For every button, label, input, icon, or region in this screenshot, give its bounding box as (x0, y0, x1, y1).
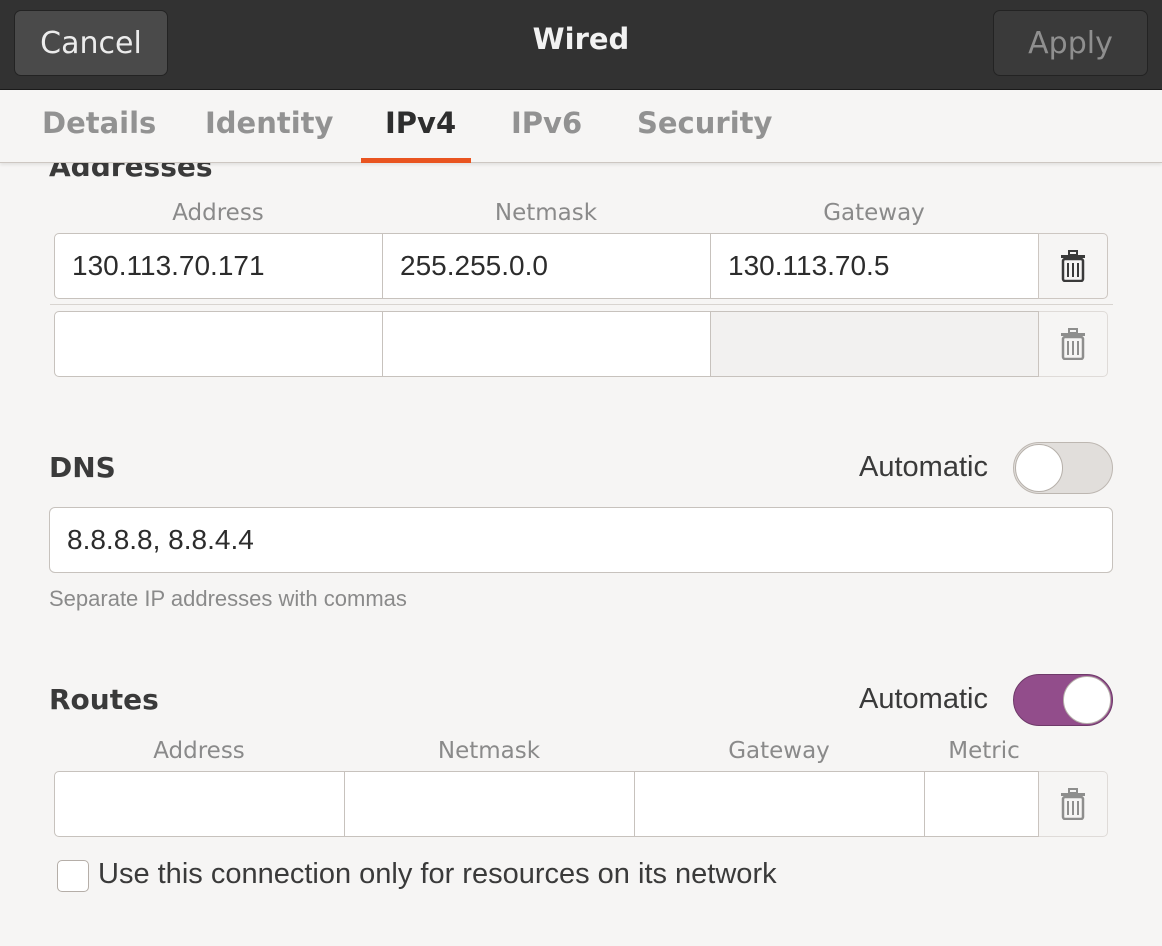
routes-automatic-switch[interactable] (1013, 674, 1113, 726)
dns-automatic-label: Automatic (859, 451, 988, 483)
route-address-field[interactable] (54, 771, 345, 837)
tab-details[interactable]: Details (42, 106, 156, 140)
address-field[interactable] (54, 311, 383, 377)
routes-automatic-label: Automatic (859, 683, 988, 715)
active-tab-indicator (361, 158, 471, 163)
trash-icon (1061, 328, 1085, 360)
route-netmask-field[interactable] (344, 771, 635, 837)
tab-bar: Details Identity IPv4 IPv6 Security (0, 90, 1162, 163)
switch-knob (1063, 676, 1111, 724)
dns-input[interactable]: 8.8.8.8, 8.8.4.4 (49, 507, 1113, 573)
dns-title: DNS (49, 451, 116, 484)
gateway-field[interactable] (710, 311, 1039, 377)
route-metric-field[interactable] (924, 771, 1039, 837)
netmask-field[interactable] (382, 311, 711, 377)
routes-col-address: Address (153, 738, 245, 764)
delete-route-button[interactable] (1038, 771, 1108, 837)
delete-address-button[interactable] (1038, 311, 1108, 377)
only-local-checkbox[interactable] (57, 860, 89, 892)
address-field[interactable]: 130.113.70.171 (54, 233, 383, 299)
apply-button[interactable]: Apply (993, 10, 1148, 76)
route-gateway-field[interactable] (634, 771, 925, 837)
netmask-field[interactable]: 255.255.0.0 (382, 233, 711, 299)
tab-security[interactable]: Security (637, 106, 772, 140)
gateway-field[interactable]: 130.113.70.5 (710, 233, 1039, 299)
routes-col-metric: Metric (948, 738, 1020, 764)
switch-knob (1015, 444, 1063, 492)
addresses-col-gateway: Gateway (823, 200, 925, 226)
dns-hint: Separate IP addresses with commas (49, 586, 407, 611)
header-bar: Cancel Wired Apply (0, 0, 1162, 90)
routes-col-gateway: Gateway (728, 738, 830, 764)
addresses-col-address: Address (172, 200, 264, 226)
trash-icon (1061, 788, 1085, 820)
addresses-col-netmask: Netmask (494, 200, 598, 226)
dns-automatic-switch[interactable] (1013, 442, 1113, 494)
routes-col-netmask: Netmask (437, 738, 541, 764)
delete-address-button[interactable] (1038, 233, 1108, 299)
row-separator (50, 304, 1113, 305)
tab-ipv6[interactable]: IPv6 (511, 106, 582, 140)
tab-identity[interactable]: Identity (205, 106, 333, 140)
window-title: Wired (532, 22, 630, 56)
routes-title: Routes (49, 683, 159, 716)
only-local-label[interactable]: Use this connection only for resources o… (98, 858, 777, 891)
tab-ipv4[interactable]: IPv4 (385, 106, 456, 140)
trash-icon (1061, 250, 1085, 282)
